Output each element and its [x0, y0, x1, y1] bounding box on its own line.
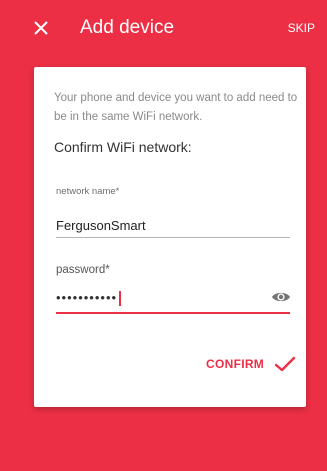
network-name-label: network name*	[56, 186, 120, 197]
confirm-label: CONFIRM	[206, 357, 265, 371]
password-label: password*	[56, 264, 110, 276]
info-text: Your phone and device you want to add ne…	[54, 92, 298, 123]
password-underline	[56, 312, 290, 314]
skip-button[interactable]: SKIP	[288, 20, 315, 36]
password-masked-value: •••••••••••	[56, 290, 118, 305]
text-caret	[119, 291, 122, 307]
app-bar: Add device SKIP	[0, 0, 327, 56]
page-title: Add device	[80, 17, 175, 38]
close-button[interactable]	[30, 17, 52, 39]
confirm-button[interactable]: CONFIRM	[206, 355, 296, 373]
checkmark-icon	[274, 356, 296, 372]
show-password-button[interactable]	[271, 290, 291, 304]
network-name-underline	[56, 237, 290, 238]
eye-icon	[272, 292, 290, 302]
close-icon	[34, 21, 48, 35]
password-input[interactable]: •••••••••••	[56, 290, 122, 307]
network-name-input[interactable]	[56, 217, 256, 235]
wifi-confirm-card: Your phone and device you want to add ne…	[34, 67, 306, 407]
confirm-wifi-heading: Confirm WiFi network:	[54, 139, 192, 155]
